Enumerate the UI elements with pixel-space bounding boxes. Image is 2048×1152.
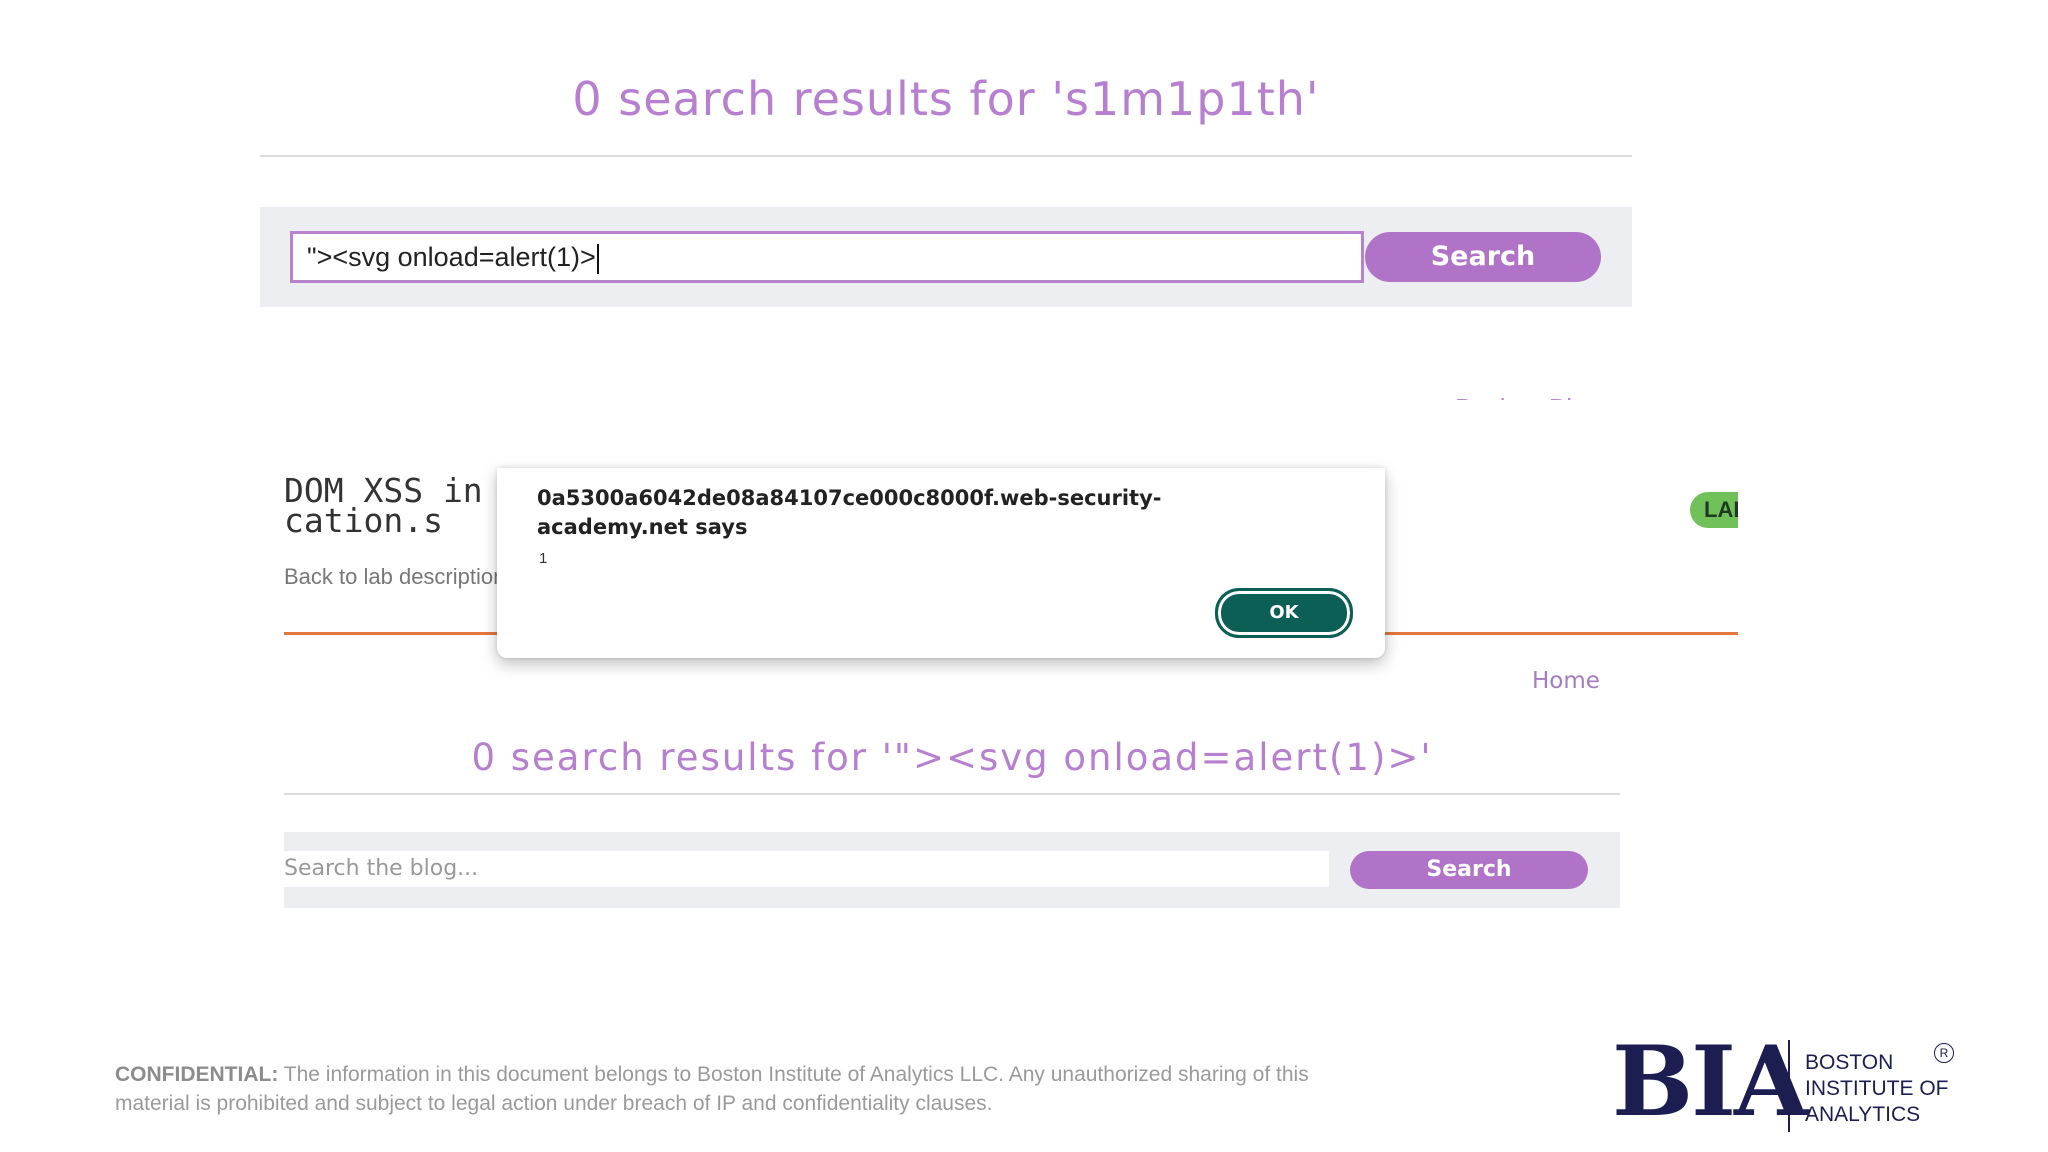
logo-line-1: BOSTON [1805,1051,1894,1074]
alert-dialog-title-line2: academy.net says [537,515,748,539]
lab-title: DOM XSS in cation.s [284,476,504,546]
blog-search-input[interactable]: Search the blog... [284,851,1329,887]
alert-dialog-title-line1: 0a5300a6042de08a84107ce000c8000f.web-sec… [537,486,1162,510]
alert-dialog-title: 0a5300a6042de08a84107ce000c8000f.web-sec… [537,484,1337,542]
bottom-search-button[interactable]: Search [1350,851,1588,889]
lab-status-badge: LAB [1690,492,1738,528]
top-search-results-heading: 0 search results for 's1m1p1th' [572,72,1320,126]
lab-title-line2: cation.s [284,501,443,540]
home-link[interactable]: Home [1532,668,1600,694]
bottom-divider [284,793,1620,795]
top-search-button[interactable]: Search [1365,232,1601,282]
bottom-search-results-heading: 0 search results for '"><svg onload=aler… [471,736,1433,779]
logo-line-2: INSTITUTE OF [1805,1077,1949,1100]
text-caret [596,243,599,274]
top-search-input-value: "><svg onload=alert(1)> [307,242,596,272]
confidential-text-line2: material is prohibited and subject to le… [115,1092,993,1115]
logo-line-3: ANALYTICS [1805,1103,1921,1126]
bia-logo-mark: BIA [1612,1025,1809,1138]
confidential-notice: CONFIDENTIAL: The information in this do… [115,1060,1415,1118]
logo-divider [1788,1040,1790,1132]
back-to-lab-description-link[interactable]: Back to lab description [284,564,504,590]
top-search-input[interactable]: "><svg onload=alert(1)> [290,231,1364,283]
alert-dialog: 0a5300a6042de08a84107ce000c8000f.web-sec… [497,468,1385,658]
alert-ok-button[interactable]: OK [1215,588,1353,638]
confidential-text-line1: The information in this document belongs… [278,1063,1309,1086]
confidential-label: CONFIDENTIAL: [115,1063,279,1086]
back-to-blog-link-cropped[interactable]: Back to Blog [1455,388,1605,400]
logo-wordmark: BOSTON INSTITUTE OF ANALYTICS [1805,1050,1949,1128]
registered-trademark-icon: R [1934,1043,1954,1063]
top-divider [260,155,1632,157]
alert-dialog-message: 1 [539,550,548,567]
